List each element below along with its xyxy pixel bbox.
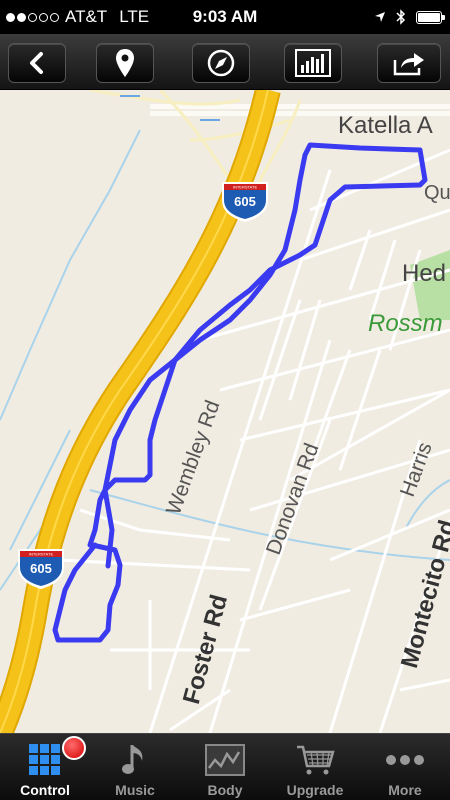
tab-music[interactable]: Music bbox=[90, 734, 180, 800]
battery-icon bbox=[416, 10, 445, 24]
svg-text:INTERSTATE: INTERSTATE bbox=[29, 552, 54, 557]
location-button[interactable] bbox=[96, 43, 154, 83]
rossm-park-label: Rossm bbox=[368, 310, 443, 337]
hed-label: Hed bbox=[402, 260, 447, 287]
svg-text:INTERSTATE: INTERSTATE bbox=[233, 185, 258, 190]
tab-bar: Control Music Body Upgrade More bbox=[0, 733, 450, 800]
tab-control-label: Control bbox=[20, 782, 70, 798]
map-canvas: INTERSTATE 605 INTERSTATE 605 bbox=[0, 90, 450, 733]
cart-icon bbox=[270, 742, 360, 778]
tab-upgrade-label: Upgrade bbox=[286, 782, 344, 798]
compass-icon bbox=[207, 49, 235, 77]
tab-upgrade[interactable]: Upgrade bbox=[270, 734, 360, 800]
qu-label: Qu bbox=[424, 182, 450, 204]
svg-text:605: 605 bbox=[30, 561, 52, 576]
katella-ave-label: Katella A bbox=[338, 112, 433, 139]
back-button[interactable] bbox=[8, 43, 66, 83]
svg-text:605: 605 bbox=[234, 194, 256, 209]
location-pin-icon bbox=[116, 49, 134, 77]
bluetooth-icon bbox=[396, 9, 406, 25]
tab-music-label: Music bbox=[115, 782, 155, 798]
local-streets bbox=[59, 148, 450, 733]
location-arrow-icon bbox=[375, 12, 385, 22]
status-bar: AT&T LTE 9:03 AM bbox=[0, 0, 450, 34]
interstate-shield-bottom: INTERSTATE 605 bbox=[18, 549, 64, 589]
compass-button[interactable] bbox=[192, 43, 250, 83]
back-icon bbox=[30, 52, 43, 74]
tab-body-label: Body bbox=[207, 782, 243, 798]
stats-button[interactable] bbox=[284, 43, 342, 83]
tab-more[interactable]: More bbox=[360, 734, 450, 800]
tab-more-label: More bbox=[388, 782, 422, 798]
notification-badge bbox=[62, 736, 86, 760]
tab-body[interactable]: Body bbox=[180, 734, 270, 800]
share-icon bbox=[393, 53, 424, 76]
share-button[interactable] bbox=[377, 43, 441, 83]
map-view[interactable]: INTERSTATE 605 INTERSTATE 605 Katella A … bbox=[0, 90, 450, 733]
body-chart-icon bbox=[180, 742, 270, 778]
tab-control[interactable]: Control bbox=[0, 734, 90, 800]
toolbar bbox=[0, 34, 450, 90]
music-note-icon bbox=[90, 742, 180, 778]
stats-chart-icon bbox=[295, 49, 331, 77]
more-dots-icon bbox=[360, 742, 450, 778]
status-right bbox=[374, 0, 445, 34]
